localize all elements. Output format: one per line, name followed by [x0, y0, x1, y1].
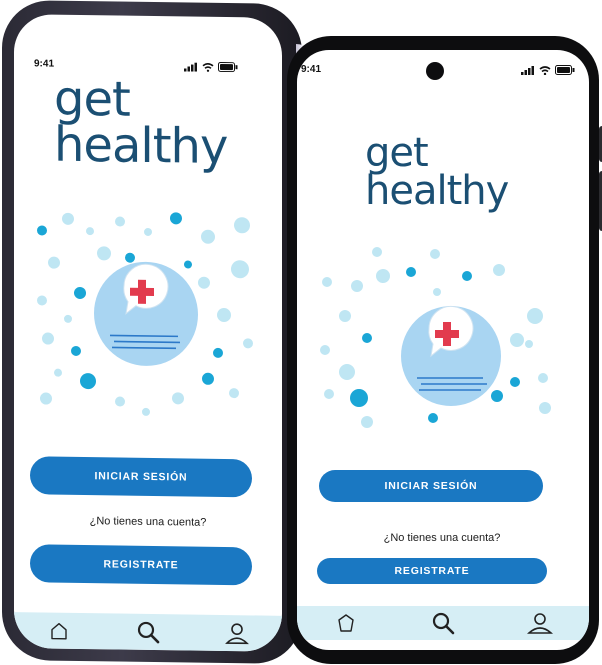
no-account-text: ¿No tienes una cuenta?: [89, 515, 207, 529]
app-logo: get healthy: [365, 130, 509, 214]
wifi-icon: [202, 62, 214, 72]
app-logo: get healthy: [54, 71, 228, 175]
front-camera: [426, 62, 444, 80]
user-icon: [527, 613, 554, 634]
login-button[interactable]: INICIAR SESIÓN: [30, 456, 252, 498]
health-illustration: [37, 212, 253, 416]
home-icon: [50, 622, 67, 640]
no-account-text: ¿No tienes una cuenta?: [383, 532, 501, 544]
signal-icon: [521, 65, 534, 75]
status-time: 9:41: [301, 64, 322, 75]
bottom-tab-bar: [297, 606, 589, 640]
bottom-tab-bar: [14, 612, 282, 652]
tab-home[interactable]: [34, 612, 84, 649]
signal-icon: [184, 62, 197, 72]
user-icon: [225, 623, 250, 645]
health-illustration: [320, 247, 551, 428]
status-icons: [521, 65, 575, 75]
search-icon: [137, 621, 160, 644]
wifi-icon: [539, 65, 551, 75]
search-icon: [432, 612, 455, 635]
tab-search[interactable]: [123, 614, 173, 651]
register-button[interactable]: REGISTRATE: [30, 544, 252, 586]
logo-line-healthy: healthy: [365, 168, 509, 214]
logo-line-healthy: healthy: [54, 116, 228, 175]
screen-right: 9:41 get healthy INICIAR SESIÓN ¿No tien…: [297, 50, 589, 650]
tab-home[interactable]: [321, 605, 371, 641]
battery-icon: [218, 61, 238, 73]
logo-line-get: get: [365, 130, 429, 176]
status-icons: [184, 61, 238, 73]
tab-profile[interactable]: [212, 615, 262, 652]
register-button[interactable]: REGISTRATE: [317, 558, 547, 584]
screen-left: 9:41 get healthy INICIAR SESIÓN ¿No tien…: [14, 14, 282, 652]
phone-right: 9:41 get healthy INICIAR SESIÓN ¿No tien…: [287, 36, 602, 664]
home-icon: [337, 614, 354, 632]
battery-icon: [555, 65, 575, 75]
tab-profile[interactable]: [515, 605, 565, 641]
status-time: 9:41: [34, 58, 55, 70]
tab-search[interactable]: [418, 605, 468, 641]
phone-left: 9:41 get healthy INICIAR SESIÓN ¿No tien…: [2, 0, 320, 665]
login-button[interactable]: INICIAR SESIÓN: [319, 470, 543, 502]
